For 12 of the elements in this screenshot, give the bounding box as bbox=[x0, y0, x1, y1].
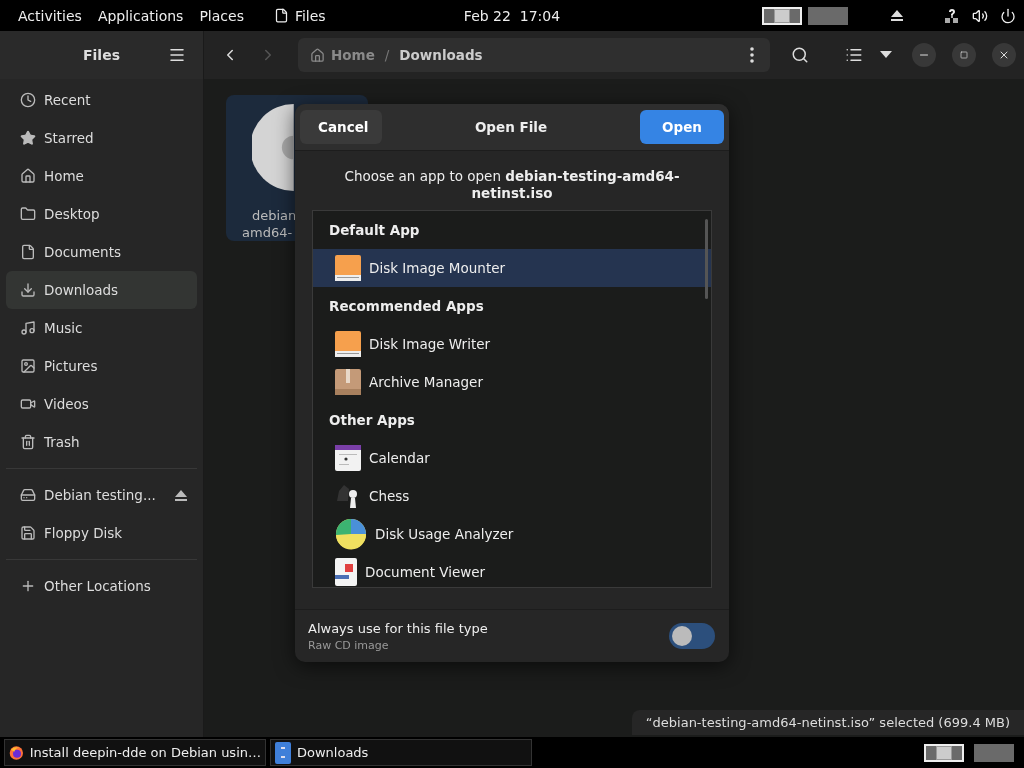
path-separator: / bbox=[384, 47, 390, 63]
file-name: amd64- bbox=[242, 224, 293, 241]
section-heading: Recommended Apps bbox=[328, 297, 485, 316]
file-name: debian bbox=[252, 207, 297, 224]
sidebar-title: Files bbox=[83, 47, 120, 63]
file-type-label: Raw CD image bbox=[308, 638, 390, 652]
section-heading: Default App bbox=[328, 221, 421, 240]
section-heading: Other Apps bbox=[328, 411, 416, 430]
dialog-title: Open File bbox=[474, 119, 548, 135]
dialog-prompt: Choose an app to open debian-testing-amd64-netinst.iso bbox=[343, 167, 681, 203]
status-bubble: “debian-testing-amd64-netinst.iso” selected (699.4 MB) bbox=[631, 710, 1024, 735]
option-label: Always use for this file type bbox=[308, 620, 488, 636]
